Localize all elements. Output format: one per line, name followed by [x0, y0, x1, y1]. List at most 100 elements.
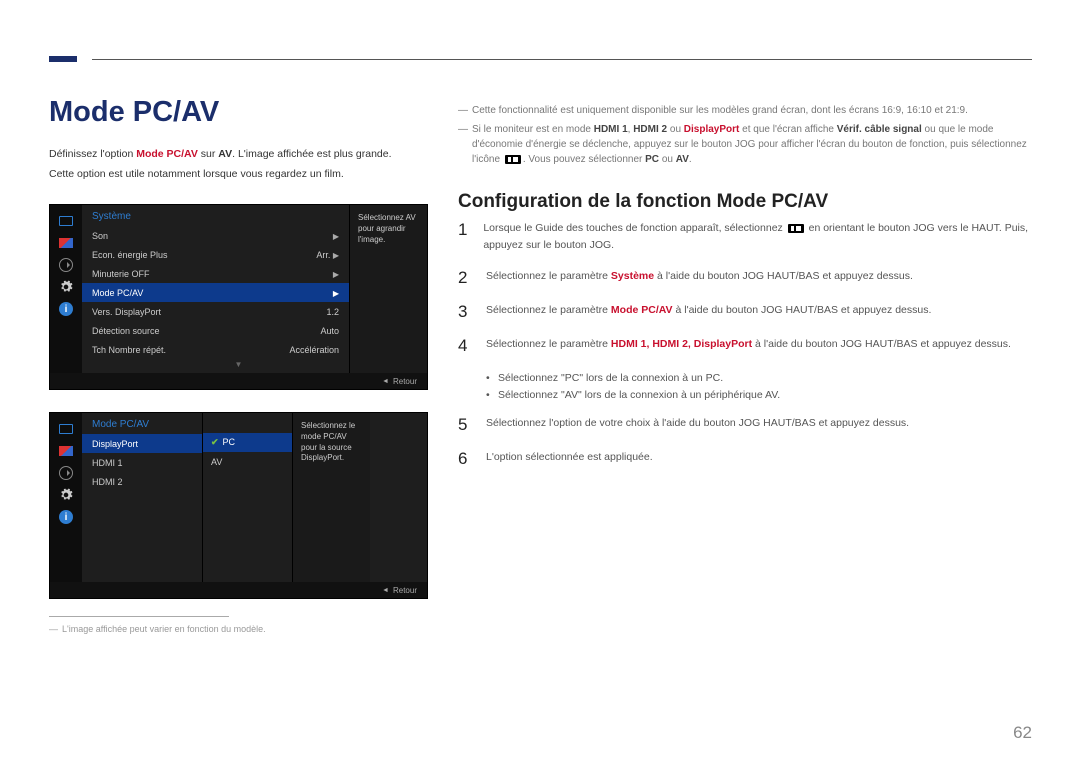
t: DisplayPort — [684, 124, 740, 135]
osd-menu-row: Tch Nombre répét.Accélération — [82, 340, 349, 359]
t: ou — [667, 124, 684, 135]
step-number: 4 — [458, 336, 472, 356]
osd-sidebar: i — [50, 205, 82, 373]
osd-menu-row: HDMI 2 — [82, 472, 202, 491]
t: . — [689, 154, 692, 165]
intro-line1: Définissez l'option Mode PC/AV sur AV. L… — [49, 146, 409, 162]
t: Sélectionnez le paramètre — [486, 304, 611, 316]
t: sur — [198, 148, 218, 160]
t: à l'aide du bouton JOG HAUT/BAS et appuy… — [654, 270, 913, 282]
header-accent — [49, 56, 77, 62]
step-text: Sélectionnez le paramètre Mode PC/AV à l… — [486, 302, 931, 319]
step-number: 6 — [458, 449, 472, 469]
bullet: Sélectionnez "PC" lors de la connexion à… — [486, 370, 1032, 388]
menu-icon — [505, 155, 521, 164]
osd-header: Mode PC/AV — [82, 419, 202, 434]
osd-submenu-row: ✔PC — [203, 433, 292, 452]
picture-icon — [56, 441, 76, 461]
osd-submenu: ✔PCAV — [202, 413, 292, 582]
step-6: 6 L'option sélectionnée est appliquée. — [458, 449, 1032, 469]
rotate-icon — [56, 255, 76, 275]
footnote-text: L'image affichée peut varier en fonction… — [62, 624, 266, 634]
step-text: Sélectionnez l'option de votre choix à l… — [486, 415, 909, 432]
osd-menu-row: DisplayPort — [82, 434, 202, 453]
osd-menu-row: Econ. énergie PlusArr. ▶ — [82, 245, 349, 264]
t: Mode PC/AV — [136, 148, 198, 160]
osd-menu-row: Détection sourceAuto — [82, 321, 349, 340]
dash-icon: ― — [458, 103, 468, 118]
dash-icon: ― — [458, 122, 468, 167]
t: Définissez l'option — [49, 148, 136, 160]
gear-icon — [56, 277, 76, 297]
back-arrow-icon: ◄ — [382, 378, 389, 385]
osd-description: Sélectionnez le mode PC/AV pour la sourc… — [292, 413, 370, 582]
step-number: 3 — [458, 302, 472, 322]
t: Vérif. câble signal — [837, 124, 922, 135]
page-number: 62 — [1013, 723, 1032, 743]
osd-footer: ◄ Retour — [50, 373, 427, 389]
return-label: Retour — [393, 586, 417, 595]
osd-menu-row: Minuterie OFF ▶ — [82, 264, 349, 283]
t: ou — [659, 154, 676, 165]
t: Sélectionnez le paramètre — [486, 270, 611, 282]
step-number: 1 — [458, 220, 469, 240]
osd-menu-row: HDMI 1 — [82, 453, 202, 472]
t: Mode PC/AV — [611, 304, 673, 316]
osd-submenu-row: AV — [203, 452, 292, 471]
t: PC — [645, 154, 659, 165]
t: . Vous pouvez sélectionner — [523, 154, 645, 165]
t: Sélectionnez le paramètre — [486, 338, 611, 350]
note-2: ― Si le moniteur est en mode HDMI 1, HDM… — [458, 122, 1032, 167]
osd-description: Sélectionnez AV pour agrandir l'image. — [349, 205, 427, 373]
t: HDMI 2 — [633, 124, 667, 135]
step-text: Sélectionnez le paramètre HDMI 1, HDMI 2… — [486, 336, 1011, 353]
return-label: Retour — [393, 377, 417, 386]
osd-menu: Système Son ▶Econ. énergie PlusArr. ▶Min… — [82, 205, 349, 373]
t: à l'aide du bouton JOG HAUT/BAS et appuy… — [673, 304, 932, 316]
t: à l'aide du bouton JOG HAUT/BAS et appuy… — [752, 338, 1011, 350]
page-title: Mode PC/AV — [49, 96, 219, 129]
osd-menu-row: Vers. DisplayPort1.2 — [82, 302, 349, 321]
intro-line2: Cette option est utile notamment lorsque… — [49, 166, 409, 182]
osd-footer: ◄ Retour — [50, 582, 427, 598]
step-5: 5 Sélectionnez l'option de votre choix à… — [458, 415, 1032, 435]
t: Si le moniteur est en mode — [472, 124, 594, 135]
t: Système — [611, 270, 654, 282]
t: HDMI 1 — [594, 124, 628, 135]
bullet: Sélectionnez "AV" lors de la connexion à… — [486, 387, 1032, 405]
side-notes: ― Cette fonctionnalité est uniquement di… — [458, 103, 1032, 171]
gear-icon — [56, 485, 76, 505]
step-4: 4 Sélectionnez le paramètre HDMI 1, HDMI… — [458, 336, 1032, 356]
footnote-rule — [49, 616, 229, 617]
t: HDMI 1, HDMI 2, DisplayPort — [611, 338, 752, 350]
rotate-icon — [56, 463, 76, 483]
back-arrow-icon: ◄ — [382, 587, 389, 594]
note-1: ― Cette fonctionnalité est uniquement di… — [458, 103, 1032, 118]
t: AV — [218, 148, 232, 160]
osd-screenshot-1: i Système Son ▶Econ. énergie PlusArr. ▶M… — [49, 204, 428, 390]
note-2-text: Si le moniteur est en mode HDMI 1, HDMI … — [472, 122, 1032, 167]
steps-list: 1 Lorsque le Guide des touches de foncti… — [458, 220, 1032, 483]
picture-icon — [56, 233, 76, 253]
config-title: Configuration de la fonction Mode PC/AV — [458, 191, 828, 213]
note-1-text: Cette fonctionnalité est uniquement disp… — [472, 103, 968, 118]
osd-menu-row: Mode PC/AV ▶ — [82, 283, 349, 302]
step-text: Lorsque le Guide des touches de fonction… — [483, 220, 1032, 254]
t: AV — [676, 154, 689, 165]
sub-bullets: Sélectionnez "PC" lors de la connexion à… — [486, 370, 1032, 406]
osd-screenshot-2: i Mode PC/AV DisplayPortHDMI 1HDMI 2 ✔PC… — [49, 412, 428, 599]
t: et que l'écran affiche — [739, 124, 836, 135]
osd-header: Système — [82, 211, 349, 226]
step-text: Sélectionnez le paramètre Système à l'ai… — [486, 268, 913, 285]
step-number: 2 — [458, 268, 472, 288]
osd-sidebar: i — [50, 413, 82, 582]
step-number: 5 — [458, 415, 472, 435]
osd-menu-row: Son ▶ — [82, 226, 349, 245]
scroll-down-icon: ▼ — [235, 360, 243, 369]
osd-menu: Mode PC/AV DisplayPortHDMI 1HDMI 2 — [82, 413, 202, 582]
step-2: 2 Sélectionnez le paramètre Système à l'… — [458, 268, 1032, 288]
t: . L'image affichée est plus grande. — [232, 148, 391, 160]
monitor-icon — [56, 419, 76, 439]
header-rule — [92, 59, 1032, 60]
step-3: 3 Sélectionnez le paramètre Mode PC/AV à… — [458, 302, 1032, 322]
